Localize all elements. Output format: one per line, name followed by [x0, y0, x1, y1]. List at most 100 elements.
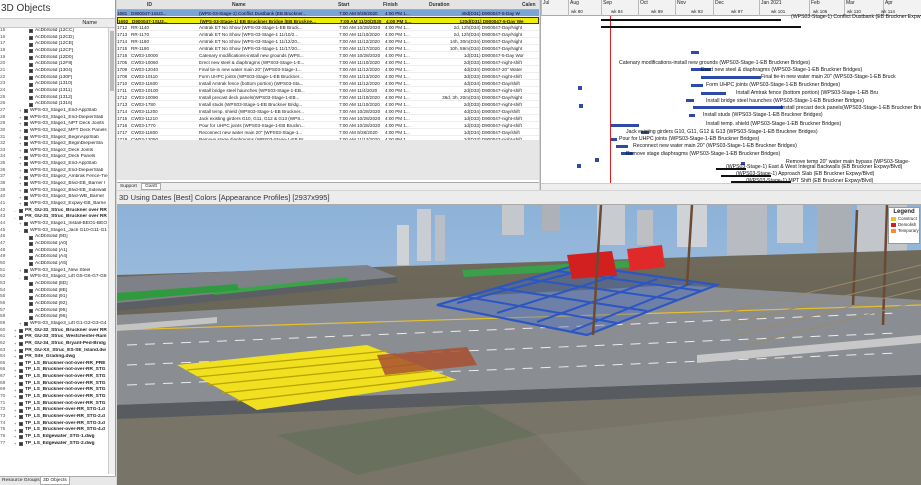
table-row[interactable]: 1714 CW03-11200 Install temp. shield (WPS0…: [117, 108, 539, 115]
gantt-bar[interactable]: [616, 145, 628, 148]
table-row[interactable]: 1711 CW03-10100 Install bridge steel haunc…: [117, 87, 539, 94]
visibility-checkbox[interactable]: [29, 288, 33, 293]
expand-toggle[interactable]: +: [19, 169, 23, 173]
visibility-checkbox[interactable]: [29, 295, 33, 300]
expand-toggle[interactable]: +: [14, 388, 18, 393]
expand-toggle[interactable]: +: [19, 115, 23, 120]
visibility-checkbox[interactable]: [29, 302, 33, 307]
table-row[interactable]: 1681 D900047-1SU3... (WPS-03-Stage-1) Conf…: [117, 10, 539, 17]
tree-row[interactable]: 21 AcDbSolid [1304]: [0, 68, 109, 75]
visibility-checkbox[interactable]: [24, 222, 28, 227]
visibility-checkbox[interactable]: [29, 49, 33, 54]
table-row[interactable]: 1713 RR-1170 Amtrak ET No Show (WPS-03-Sta…: [117, 31, 539, 38]
visibility-checkbox[interactable]: [24, 115, 28, 120]
tree-row[interactable]: 64 + PR_Site_Grading.dwg: [0, 354, 109, 361]
tree-row[interactable]: 60 + PR_GU-32_Struc_Bruckner over RR: [0, 328, 109, 335]
tree-row[interactable]: 44 + WPS-03_Stage1_Install-BEO1-BEO: [0, 221, 109, 228]
visibility-checkbox[interactable]: [24, 122, 28, 127]
gantt-bar[interactable]: [689, 114, 695, 117]
tree-row[interactable]: 48 AcDbSolid [A1]: [0, 248, 109, 255]
table-row[interactable]: 1713 CW03-1780 Install studs (WPS03-Stage-…: [117, 101, 539, 108]
tree-row[interactable]: 24 AcDbSolid [1311]: [0, 88, 109, 95]
tree-row[interactable]: 32 + WPS-03_Stage2_BeginDiepierSla: [0, 141, 109, 148]
expand-toggle[interactable]: +: [19, 322, 23, 326]
table-row[interactable]: 1712 RR-1140 Amtrak ET No Show (WPS-03-Sta…: [117, 24, 539, 31]
gantt-bar[interactable]: [611, 124, 639, 127]
gantt-bar[interactable]: [691, 84, 703, 87]
expand-toggle[interactable]: +: [19, 182, 23, 186]
visibility-checkbox[interactable]: [24, 162, 28, 167]
tree-row[interactable]: 47 AcDbSolid [A0]: [0, 241, 109, 248]
3d-scene[interactable]: [117, 205, 921, 485]
table-row[interactable]: 1708 CW03-10110 Form UHPC joints (WPS03-St…: [117, 73, 539, 80]
tree-row[interactable]: 58 AcDbSolid [96]: [0, 314, 109, 321]
tree-row[interactable]: 75 + TP_LS_Bruckner-over-RR_STG-4.d: [0, 427, 109, 434]
expand-toggle[interactable]: +: [14, 362, 18, 366]
visibility-checkbox[interactable]: [29, 55, 33, 60]
tree-row[interactable]: 34 + WPS-03_Stage2_Deck Panels: [0, 154, 109, 161]
tree-row[interactable]: 35 + WPS-03_Stage2_End-AppSlab: [0, 161, 109, 168]
visibility-checkbox[interactable]: [19, 382, 23, 387]
visibility-checkbox[interactable]: [29, 255, 33, 260]
visibility-checkbox[interactable]: [29, 29, 33, 34]
col-duration[interactable]: Duration: [429, 0, 450, 10]
tree-row[interactable]: 68 + TP_LS_Bruckner-not-over-RR_STG: [0, 381, 109, 388]
visibility-checkbox[interactable]: [24, 202, 28, 207]
milestone-marker[interactable]: [577, 164, 581, 168]
tree-row[interactable]: 20 AcDbSolid [12F8]: [0, 61, 109, 68]
visibility-checkbox[interactable]: [29, 95, 33, 100]
expand-toggle[interactable]: +: [19, 109, 23, 113]
expand-toggle[interactable]: +: [14, 335, 18, 339]
visibility-checkbox[interactable]: [19, 335, 23, 340]
expand-toggle[interactable]: +: [14, 375, 18, 379]
tree-row[interactable]: 59 + WPS-03_Stage3_Lift G1-G2-G3-G4: [0, 321, 109, 328]
milestone-marker[interactable]: [579, 104, 583, 108]
expand-toggle[interactable]: +: [19, 135, 23, 140]
visibility-checkbox[interactable]: [29, 315, 33, 320]
visibility-checkbox[interactable]: [29, 242, 33, 247]
tree-row[interactable]: 22 AcDbSolid [130F]: [0, 75, 109, 82]
expand-toggle[interactable]: -: [19, 275, 23, 280]
tree-row[interactable]: 30 + WPS-03_Stage2_MPT Deck Panels: [0, 128, 109, 135]
visibility-checkbox[interactable]: [29, 62, 33, 67]
visibility-checkbox[interactable]: [24, 268, 28, 273]
visibility-checkbox[interactable]: [19, 342, 23, 347]
expand-toggle[interactable]: +: [19, 222, 23, 226]
visibility-checkbox[interactable]: [29, 282, 33, 287]
expand-toggle[interactable]: +: [14, 428, 18, 433]
tree-row[interactable]: 56 AcDbSolid [92]: [0, 301, 109, 308]
expand-toggle[interactable]: +: [19, 162, 23, 166]
expand-toggle[interactable]: +: [14, 355, 18, 359]
expand-toggle[interactable]: +: [19, 202, 23, 206]
tree-row[interactable]: 43 - PR_GU-31_Struc_Bruckner over RR: [0, 214, 109, 221]
tree-row[interactable]: 77 + TP_LS_Edgewater_STG-2.dwg: [0, 441, 109, 448]
visibility-checkbox[interactable]: [24, 142, 28, 147]
visibility-checkbox[interactable]: [29, 235, 33, 240]
tree-row[interactable]: 70 + TP_LS_Bruckner-not-over-RR_STG: [0, 394, 109, 401]
tree-row[interactable]: 63 + PR_GU-XX_Struc_ES-SE_Island.dw: [0, 348, 109, 355]
tree-scrollbar[interactable]: [108, 28, 115, 474]
object-tree[interactable]: 15 AcDbSolid [12CC] 16 AcDbSolid [12CD] 17 Ac…: [0, 28, 109, 474]
visibility-checkbox[interactable]: [29, 42, 33, 47]
table-row[interactable]: 1716 CW03-1770 Pour for UHPC joints (WPS03…: [117, 122, 539, 129]
col-calendar[interactable]: Calen: [522, 0, 536, 10]
tree-row[interactable]: 66 + TP_LS_Bruckner-not-over-RR_STG: [0, 367, 109, 374]
expand-toggle[interactable]: +: [14, 441, 18, 446]
visibility-checkbox[interactable]: [24, 109, 28, 114]
tree-row[interactable]: 33 + WPS-03_Stage2_Deck Joints: [0, 148, 109, 155]
tab-resource-groups[interactable]: Resource Groups: [0, 477, 42, 485]
table-row[interactable]: 1715 RR-1190 Amtrak ET No Show (WPS-03-Sta…: [117, 45, 539, 52]
visibility-checkbox[interactable]: [24, 322, 28, 327]
expand-toggle[interactable]: -: [14, 215, 18, 220]
expand-toggle[interactable]: +: [19, 142, 23, 146]
table-row[interactable]: 1692 D900047-1SU3... (WPS-03-Stage-1) EB B…: [117, 17, 539, 24]
tree-row[interactable]: 26 AcDbSolid [1316]: [0, 101, 109, 108]
3d-view[interactable]: 3D Using Dates [Best] Colors [Appearance…: [117, 191, 921, 485]
expand-toggle[interactable]: +: [19, 122, 23, 126]
tree-row[interactable]: 15 AcDbSolid [12CC]: [0, 28, 109, 35]
visibility-checkbox[interactable]: [19, 368, 23, 373]
tree-row[interactable]: 45 - WPS-03_Stage1_Jack G10-G11-G1: [0, 228, 109, 235]
tree-row[interactable]: 27 + WPS-03_Stage1_End-AppSlab: [0, 108, 109, 115]
expand-toggle[interactable]: +: [19, 129, 23, 133]
expand-toggle[interactable]: +: [14, 415, 18, 419]
